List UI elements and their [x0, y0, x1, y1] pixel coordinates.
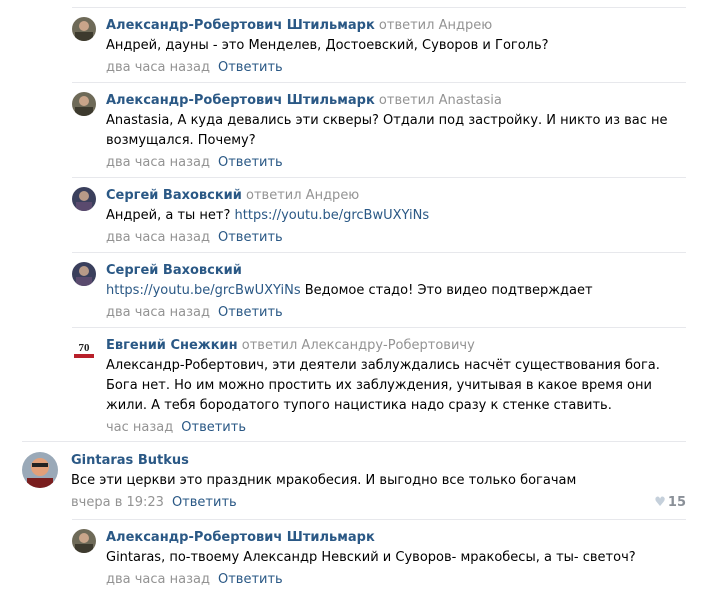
- author-name[interactable]: Gintaras Butkus: [71, 453, 189, 468]
- svg-text:70: 70: [79, 342, 91, 354]
- comment-text: Anastasia, А куда девались эти скверы? О…: [106, 113, 668, 148]
- divider: [72, 252, 686, 253]
- comment-text: Андрей, а ты нет? https://youtu.be/grcBw…: [106, 208, 430, 223]
- author-name[interactable]: Сергей Ваховский: [106, 263, 242, 278]
- comment-body: Евгений Снежкин ответил Александру-Робер…: [106, 337, 686, 438]
- divider: [72, 7, 686, 8]
- reply-button[interactable]: Ответить: [172, 495, 237, 510]
- author-name[interactable]: Александр-Робертович Штильмарк: [106, 18, 375, 33]
- like-count: 15: [667, 495, 686, 510]
- comment: 70 Евгений Снежкин ответил Александру-Ро…: [72, 327, 686, 437]
- comment-body: Gintaras Butkus Все эти церкви это празд…: [71, 452, 686, 513]
- reply-button[interactable]: Ответить: [218, 305, 283, 320]
- timestamp[interactable]: два часа назад: [106, 305, 210, 320]
- comment: Александр-Робертович Штильмарк ответил А…: [72, 7, 686, 77]
- comment-body: Александр-Робертович Штильмарк ответил A…: [106, 92, 686, 173]
- youtube-link[interactable]: https://youtu.be/grcBwUXYiNs: [106, 283, 301, 298]
- avatar[interactable]: 70: [72, 337, 96, 361]
- reply-button[interactable]: Ответить: [218, 230, 283, 245]
- timestamp[interactable]: два часа назад: [106, 230, 210, 245]
- timestamp[interactable]: вчера в 19:23: [71, 495, 164, 510]
- reply-target[interactable]: ответил Anastasia: [379, 93, 502, 108]
- comment: Сергей Ваховский https://youtu.be/grcBwU…: [72, 252, 686, 322]
- reply-target[interactable]: ответил Александру-Робертовичу: [242, 338, 475, 353]
- comment: Gintaras Butkus Все эти церкви это празд…: [22, 441, 686, 517]
- heart-icon: ♥: [654, 495, 666, 510]
- comment-body: Сергей Ваховский https://youtu.be/grcBwU…: [106, 262, 686, 323]
- avatar[interactable]: [22, 452, 58, 488]
- author-name[interactable]: Сергей Ваховский: [106, 188, 242, 203]
- reply-button[interactable]: Ответить: [218, 60, 283, 75]
- reply-button[interactable]: Ответить: [181, 420, 246, 435]
- comment: Александр-Робертович Штильмарк ответил A…: [72, 82, 686, 172]
- avatar[interactable]: [72, 17, 96, 41]
- reply-target[interactable]: ответил Андрею: [379, 18, 492, 33]
- avatar[interactable]: [72, 187, 96, 211]
- divider: [22, 441, 686, 442]
- comment-text: Андрей, дауны - это Менделев, Достоевски…: [106, 38, 549, 53]
- reply-target[interactable]: ответил Андрею: [246, 188, 359, 203]
- comment: Сергей Ваховский ответил Андрею Андрей, …: [72, 177, 686, 247]
- avatar[interactable]: [72, 529, 96, 553]
- timestamp[interactable]: час назад: [106, 420, 173, 435]
- youtube-link[interactable]: https://youtu.be/grcBwUXYiNs: [235, 208, 430, 223]
- reply-button[interactable]: Ответить: [218, 572, 283, 587]
- author-name[interactable]: Евгений Снежкин: [106, 338, 238, 353]
- timestamp[interactable]: два часа назад: [106, 155, 210, 170]
- comment-text: Александр-Робертович, эти деятели заблуж…: [106, 358, 660, 413]
- avatar[interactable]: [72, 92, 96, 116]
- reply-button[interactable]: Ответить: [218, 155, 283, 170]
- divider: [72, 177, 686, 178]
- avatar[interactable]: [72, 262, 96, 286]
- timestamp[interactable]: два часа назад: [106, 572, 210, 587]
- divider: [72, 519, 686, 520]
- comment: Александр-Робертович Штильмарк Gintaras,…: [72, 519, 686, 587]
- comment-body: Александр-Робертович Штильмарк Gintaras,…: [106, 529, 686, 590]
- comment-body: Александр-Робертович Штильмарк ответил А…: [106, 17, 686, 78]
- comment-text: Gintaras, по-твоему Александр Невский и …: [106, 550, 636, 565]
- author-name[interactable]: Александр-Робертович Штильмарк: [106, 93, 375, 108]
- timestamp[interactable]: два часа назад: [106, 60, 210, 75]
- comment-text: https://youtu.be/grcBwUXYiNs Ведомое ста…: [106, 283, 593, 298]
- comment-body: Сергей Ваховский ответил Андрею Андрей, …: [106, 187, 686, 248]
- divider: [72, 327, 686, 328]
- author-name[interactable]: Александр-Робертович Штильмарк: [106, 530, 375, 545]
- comment-text: Все эти церкви это праздник мракобесия. …: [71, 473, 577, 488]
- divider: [72, 82, 686, 83]
- like-button[interactable]: ♥ 15: [654, 493, 686, 513]
